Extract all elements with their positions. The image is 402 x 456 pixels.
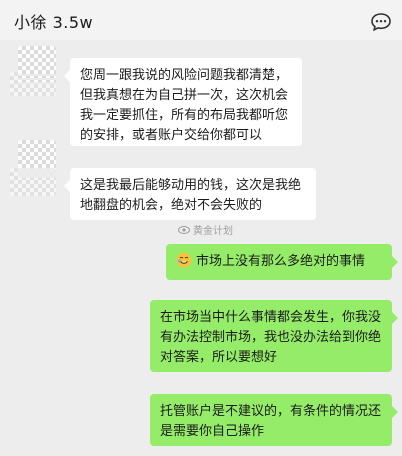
contact-avatar-blur — [10, 72, 56, 96]
eye-logo-icon — [178, 225, 190, 234]
chat-header: 小徐 3.5w — [0, 0, 402, 40]
message-bubble-incoming[interactable]: 这是我最后能够动用的钱，这次是我绝地翻盘的机会，绝对不会失败的 — [64, 168, 316, 220]
chat-title: 小徐 3.5w — [14, 13, 94, 32]
chat-bubble-more-icon[interactable] — [370, 12, 392, 32]
contact-avatar-blur — [10, 168, 56, 196]
message-text: 在市场当中什么事情都会发生，你我没有办法控制市场，我也没办法给到你绝对答案，所以… — [160, 310, 382, 365]
watermark: 黄金计划 — [178, 222, 233, 237]
message-bubble-incoming[interactable]: 您周一跟我说的风险问题我都清楚，但我真想在为自己拼一次，这次机会我一定要抓住，所… — [64, 58, 302, 146]
message-bubble-outgoing[interactable]: 托管账户是不建议的，有条件的情况还是需要你自己操作 — [150, 394, 398, 446]
message-text: 市场上没有那么多绝对的事情 — [196, 254, 366, 269]
watermark-text: 黄金计划 — [193, 226, 233, 237]
face-emoji-icon — [176, 252, 192, 268]
message-bubble-outgoing[interactable]: 市场上没有那么多绝对的事情 — [166, 244, 398, 280]
message-text: 托管账户是不建议的，有条件的情况还是需要你自己操作 — [160, 404, 382, 439]
message-text: 您周一跟我说的风险问题我都清楚，但我真想在为自己拼一次，这次机会我一定要抓住，所… — [80, 68, 289, 143]
message-text: 这是我最后能够动用的钱，这次是我绝地翻盘的机会，绝对不会失败的 — [80, 178, 302, 213]
message-bubble-outgoing[interactable]: 在市场当中什么事情都会发生，你我没有办法控制市场，我也没办法给到你绝对答案，所以… — [150, 300, 398, 372]
